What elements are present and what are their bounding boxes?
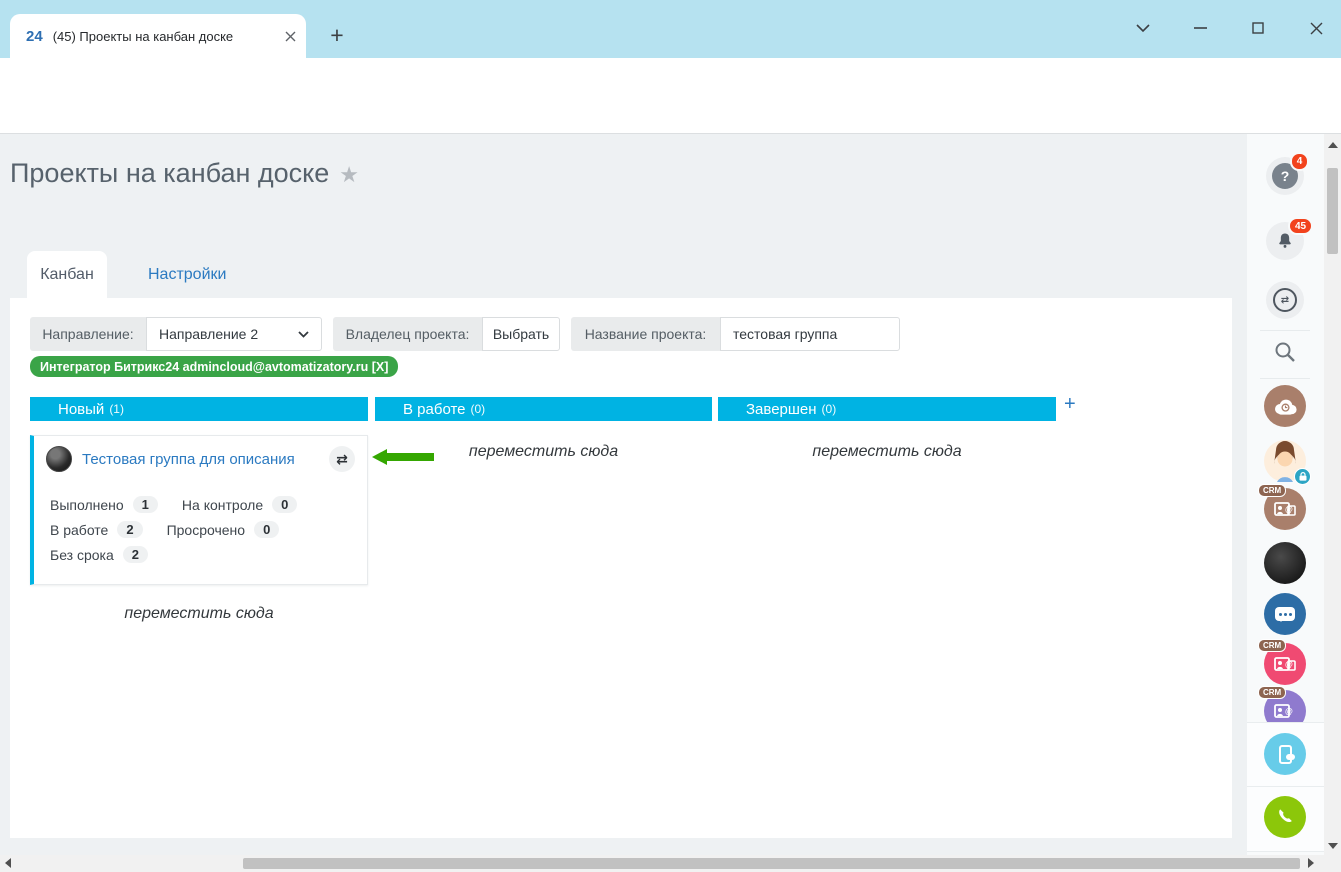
- browser-tab-strip: 24 (45) Проекты на канбан доске +: [0, 0, 1341, 58]
- stat-value: 2: [123, 546, 148, 563]
- tab-kanban[interactable]: Канбан: [27, 251, 107, 298]
- column-title: Новый: [58, 401, 104, 418]
- search-button[interactable]: [1271, 338, 1299, 366]
- project-name-input[interactable]: [733, 326, 887, 342]
- rail-divider: [1260, 378, 1310, 379]
- app-mobile-cloud-icon[interactable]: [1264, 733, 1306, 775]
- app-crm-brown-icon[interactable]: CRM @: [1264, 488, 1306, 530]
- drop-hint-done: переместить сюда: [718, 443, 1056, 461]
- browser-tab[interactable]: 24 (45) Проекты на канбан доске: [10, 14, 306, 58]
- stat-value: 2: [117, 521, 142, 538]
- direction-select[interactable]: Направление 2: [146, 317, 322, 351]
- direction-filter-label: Направление:: [30, 317, 146, 351]
- chat-bubble-icon: [1275, 607, 1295, 621]
- chat-exchange-icon: ⇄: [1273, 288, 1297, 312]
- stat-value: 0: [254, 521, 279, 538]
- bookmarks-bar: Список для чтения: [0, 96, 1341, 134]
- tab-close-icon[interactable]: [285, 31, 296, 42]
- column-count: (0): [822, 402, 837, 416]
- scroll-up-arrow[interactable]: [1328, 142, 1338, 148]
- owner-filter-label: Владелец проекта:: [333, 317, 482, 351]
- scrollbar-corner: [1324, 855, 1341, 872]
- chevron-down-icon: [298, 331, 309, 338]
- stat-label: Без срока: [50, 547, 114, 563]
- crm-tag: CRM: [1258, 484, 1286, 497]
- drop-hint-new: переместить сюда: [30, 605, 368, 623]
- group-avatar: [46, 446, 72, 472]
- stat-value: 0: [272, 496, 297, 513]
- window-close-button[interactable]: [1296, 10, 1336, 46]
- owner-select-button[interactable]: Выбрать: [482, 317, 560, 351]
- project-link[interactable]: Тестовая группа для описания: [82, 451, 329, 468]
- window-maximize-button[interactable]: [1238, 10, 1278, 46]
- lock-badge-icon: [1294, 468, 1311, 485]
- column-count: (1): [109, 402, 124, 416]
- column-title: В работе: [403, 401, 466, 418]
- app-chat-people-icon[interactable]: [1264, 593, 1306, 635]
- page-title: Проекты на канбан доске ★: [10, 158, 359, 189]
- card-title-row: Тестовая группа для описания ⇄: [46, 446, 355, 472]
- phone-cloud-icon: [1279, 745, 1292, 764]
- help-badge: 4: [1290, 152, 1309, 171]
- crm-tag: CRM: [1258, 639, 1286, 652]
- search-icon: [1273, 340, 1297, 364]
- tab-title: (45) Проекты на канбан доске: [53, 29, 277, 44]
- rail-divider: [1260, 330, 1310, 331]
- vertical-scroll-thumb[interactable]: [1327, 168, 1338, 254]
- integrator-badge[interactable]: Интегратор Битрикс24 admincloud@avtomati…: [30, 356, 398, 377]
- tab-settings[interactable]: Настройки: [148, 266, 226, 284]
- favorite-star-icon[interactable]: ★: [339, 162, 359, 187]
- project-name-field[interactable]: [720, 317, 900, 351]
- card-stats: Выполнено 1 На контроле 0 В работе 2 Про…: [50, 496, 321, 571]
- transfer-icon[interactable]: ⇄: [329, 446, 355, 472]
- stat-label: На контроле: [182, 497, 263, 513]
- stat-label: Просрочено: [167, 522, 246, 538]
- messenger-button[interactable]: ⇄: [1266, 281, 1304, 319]
- browser-toolbar: avtodemo.bitrix24.ru/marketplace/app/160…: [0, 58, 1341, 96]
- page-title-text: Проекты на канбан доске: [10, 158, 329, 188]
- project-card[interactable]: Тестовая группа для описания ⇄ Выполнено…: [30, 435, 368, 585]
- app-crm-pink-icon[interactable]: CRM @: [1264, 643, 1306, 685]
- scroll-left-arrow[interactable]: [5, 858, 11, 868]
- scroll-right-arrow[interactable]: [1308, 858, 1314, 868]
- new-tab-button[interactable]: +: [322, 20, 352, 50]
- app-crm-purple-clip: CRM @: [1246, 686, 1324, 722]
- stat-label: В работе: [50, 522, 108, 538]
- svg-text:@: @: [1285, 707, 1293, 716]
- tab-search-icon[interactable]: [1123, 10, 1163, 46]
- scroll-down-arrow[interactable]: [1328, 843, 1338, 849]
- drop-hint-inprogress: переместить сюда: [375, 443, 712, 461]
- bitrix24-favicon: 24: [26, 28, 43, 45]
- column-header-done[interactable]: Завершен (0): [718, 397, 1056, 421]
- stat-value: 1: [133, 496, 158, 513]
- stat-label: Выполнено: [50, 497, 124, 513]
- crm-tag: CRM: [1258, 686, 1286, 699]
- column-count: (0): [471, 402, 486, 416]
- column-header-inprogress[interactable]: В работе (0): [375, 397, 712, 421]
- app-crm-purple-icon[interactable]: CRM @: [1264, 690, 1306, 722]
- notifications-badge: 45: [1288, 217, 1313, 235]
- horizontal-scroll-thumb[interactable]: [243, 858, 1300, 869]
- app-telephony-icon[interactable]: [1264, 796, 1306, 838]
- direction-select-value: Направление 2: [159, 326, 258, 342]
- app-cloud-time-icon[interactable]: [1264, 385, 1306, 427]
- project-name-filter-label: Название проекта:: [571, 317, 720, 351]
- window-minimize-button[interactable]: [1180, 10, 1220, 46]
- column-title: Завершен: [746, 401, 817, 418]
- add-column-button[interactable]: +: [1064, 393, 1076, 416]
- user-avatar-dark[interactable]: [1264, 542, 1306, 584]
- column-header-new[interactable]: Новый (1): [30, 397, 368, 421]
- phone-handset-icon: [1274, 806, 1296, 828]
